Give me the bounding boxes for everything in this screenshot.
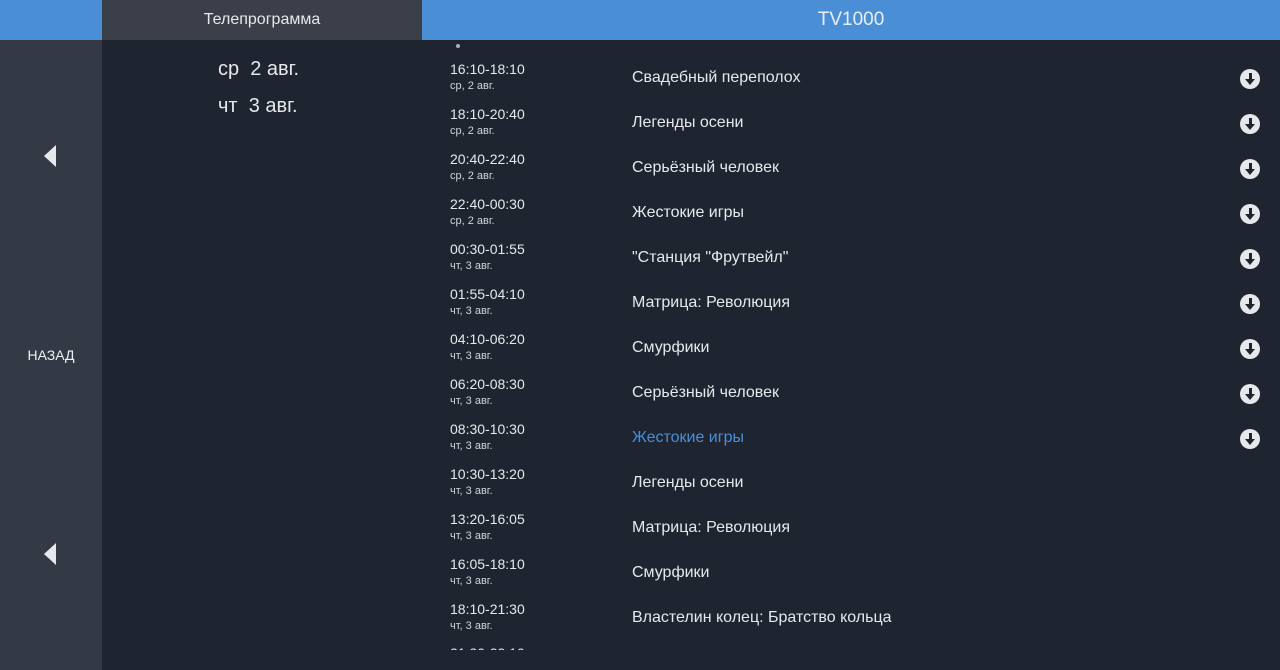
- top-bar-left: [0, 0, 102, 40]
- program-date: чт, 3 авг.: [450, 485, 493, 497]
- schedule-row[interactable]: 18:10-20:40 ср, 2 авг. Легенды осени: [422, 103, 1280, 148]
- program-time: 01:55-04:10: [450, 286, 525, 302]
- program-time: 00:30-01:55: [450, 241, 525, 257]
- schedule-row[interactable]: 16:10-18:10 ср, 2 авг. Свадебный переполох: [422, 58, 1280, 103]
- program-date: ср, 2 авг.: [450, 80, 495, 92]
- program-time: 18:10-20:40: [450, 106, 525, 122]
- program-title[interactable]: Свадебный переполох: [632, 69, 801, 87]
- program-date: чт, 3 авг.: [450, 575, 493, 587]
- program-title[interactable]: Матрица: Революция: [632, 519, 790, 537]
- download-circle-icon[interactable]: [1240, 339, 1260, 359]
- program-time: 06:20-08:30: [450, 376, 525, 392]
- program-time: 10:30-13:20: [450, 466, 525, 482]
- program-title[interactable]: Серьёзный человек: [632, 384, 779, 402]
- download-circle-icon[interactable]: [1240, 384, 1260, 404]
- back-button[interactable]: НАЗАД: [0, 347, 102, 363]
- program-date: чт, 3 авг.: [450, 395, 493, 407]
- chevron-left-icon[interactable]: [44, 543, 56, 565]
- program-title[interactable]: Жестокие игры: [632, 204, 744, 222]
- download-circle-icon[interactable]: [1240, 159, 1260, 179]
- left-rail: НАЗАД: [0, 40, 102, 670]
- program-date: ср, 2 авг.: [450, 125, 495, 137]
- download-circle-icon[interactable]: [1240, 114, 1260, 134]
- program-date: чт, 3 авг.: [450, 350, 493, 362]
- program-title[interactable]: Смурфики: [632, 339, 710, 357]
- schedule-row[interactable]: 18:10-21:30 чт, 3 авг. Властелин колец: Бр…: [422, 598, 1280, 643]
- program-time: 08:30-10:30: [450, 421, 525, 437]
- schedule-row[interactable]: 06:20-08:30 чт, 3 авг. Серьёзный человек: [422, 373, 1280, 418]
- partial-row: 21:30-23:10: [450, 645, 525, 650]
- program-title[interactable]: Легенды осени: [632, 474, 743, 492]
- schedule-row[interactable]: 10:30-13:20 чт, 3 авг. Легенды осени: [422, 463, 1280, 508]
- schedule-row[interactable]: 08:30-10:30 чт, 3 авг. Жестокие игры: [422, 418, 1280, 463]
- download-circle-icon[interactable]: [1240, 429, 1260, 449]
- schedule-list: 16:10-18:10 ср, 2 авг. Свадебный переполох…: [422, 40, 1280, 650]
- program-title[interactable]: Смурфики: [632, 564, 710, 582]
- program-title[interactable]: Легенды осени: [632, 114, 743, 132]
- program-date: чт, 3 авг.: [450, 305, 493, 317]
- program-time: 20:40-22:40: [450, 151, 525, 167]
- date-item-wed[interactable]: ср 2 авг.: [218, 58, 299, 81]
- program-time: 18:10-21:30: [450, 601, 525, 617]
- download-circle-icon[interactable]: [1240, 204, 1260, 224]
- schedule-row[interactable]: 22:40-00:30 ср, 2 авг. Жестокие игры: [422, 193, 1280, 238]
- program-time: 22:40-00:30: [450, 196, 525, 212]
- tab-tv-program[interactable]: Телепрограмма: [102, 0, 422, 40]
- program-date: чт, 3 авг.: [450, 440, 493, 452]
- schedule-row[interactable]: 20:40-22:40 ср, 2 авг. Серьёзный человек: [422, 148, 1280, 193]
- date-item-thu[interactable]: чт 3 авг.: [218, 95, 298, 118]
- schedule-row[interactable]: 16:05-18:10 чт, 3 авг. Смурфики: [422, 553, 1280, 598]
- program-time: 13:20-16:05: [450, 511, 525, 527]
- download-circle-icon[interactable]: [1240, 249, 1260, 269]
- program-title[interactable]: Жестокие игры: [632, 429, 744, 447]
- program-time: 16:05-18:10: [450, 556, 525, 572]
- program-date: чт, 3 авг.: [450, 620, 493, 632]
- channel-title: TV1000: [422, 0, 1280, 40]
- download-circle-icon[interactable]: [1240, 69, 1260, 89]
- schedule-row[interactable]: 01:55-04:10 чт, 3 авг. Матрица: Революция: [422, 283, 1280, 328]
- date-list: ср 2 авг. чт 3 авг.: [102, 40, 422, 670]
- program-time: 16:10-18:10: [450, 61, 525, 77]
- program-date: чт, 3 авг.: [450, 530, 493, 542]
- program-date: ср, 2 авг.: [450, 215, 495, 227]
- schedule-row[interactable]: 04:10-06:20 чт, 3 авг. Смурфики: [422, 328, 1280, 373]
- schedule-row[interactable]: 00:30-01:55 чт, 3 авг. "Станция "Фрутвейл": [422, 238, 1280, 283]
- program-date: ср, 2 авг.: [450, 170, 495, 182]
- download-circle-icon[interactable]: [1240, 294, 1260, 314]
- program-title[interactable]: Матрица: Революция: [632, 294, 790, 312]
- program-date: чт, 3 авг.: [450, 260, 493, 272]
- chevron-left-icon[interactable]: [44, 145, 56, 167]
- schedule-row[interactable]: 13:20-16:05 чт, 3 авг. Матрица: Революция: [422, 508, 1280, 553]
- program-time: 04:10-06:20: [450, 331, 525, 347]
- program-title[interactable]: Серьёзный человек: [632, 159, 779, 177]
- program-title[interactable]: "Станция "Фрутвейл": [632, 249, 788, 267]
- program-title[interactable]: Властелин колец: Братство кольца: [632, 609, 892, 627]
